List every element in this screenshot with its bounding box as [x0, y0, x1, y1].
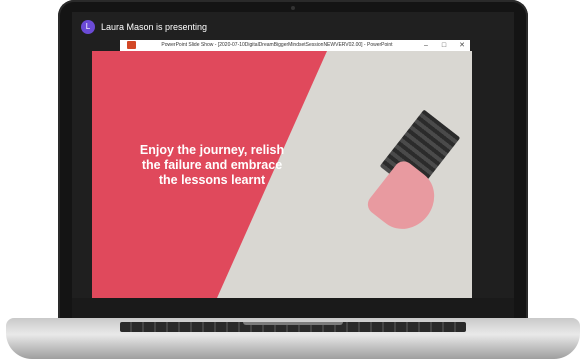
slide-canvas: Enjoy the journey, relish the failure an… — [92, 51, 472, 298]
presenter-status: Laura Mason is presenting — [101, 22, 208, 32]
minimize-button[interactable]: – — [418, 40, 434, 51]
lid-opening-notch — [243, 322, 343, 325]
slide-headline: Enjoy the journey, relish the failure an… — [139, 143, 285, 187]
powerpoint-icon — [127, 41, 136, 49]
close-button[interactable]: ✕ — [454, 40, 470, 51]
webcam-dot — [291, 6, 295, 10]
maximize-button[interactable]: □ — [436, 40, 452, 51]
screen-bottom-bezel — [72, 298, 514, 320]
presenter-avatar: L — [81, 20, 95, 34]
window-title: PowerPoint Slide Show - [2020-07-10Digit… — [161, 42, 393, 48]
